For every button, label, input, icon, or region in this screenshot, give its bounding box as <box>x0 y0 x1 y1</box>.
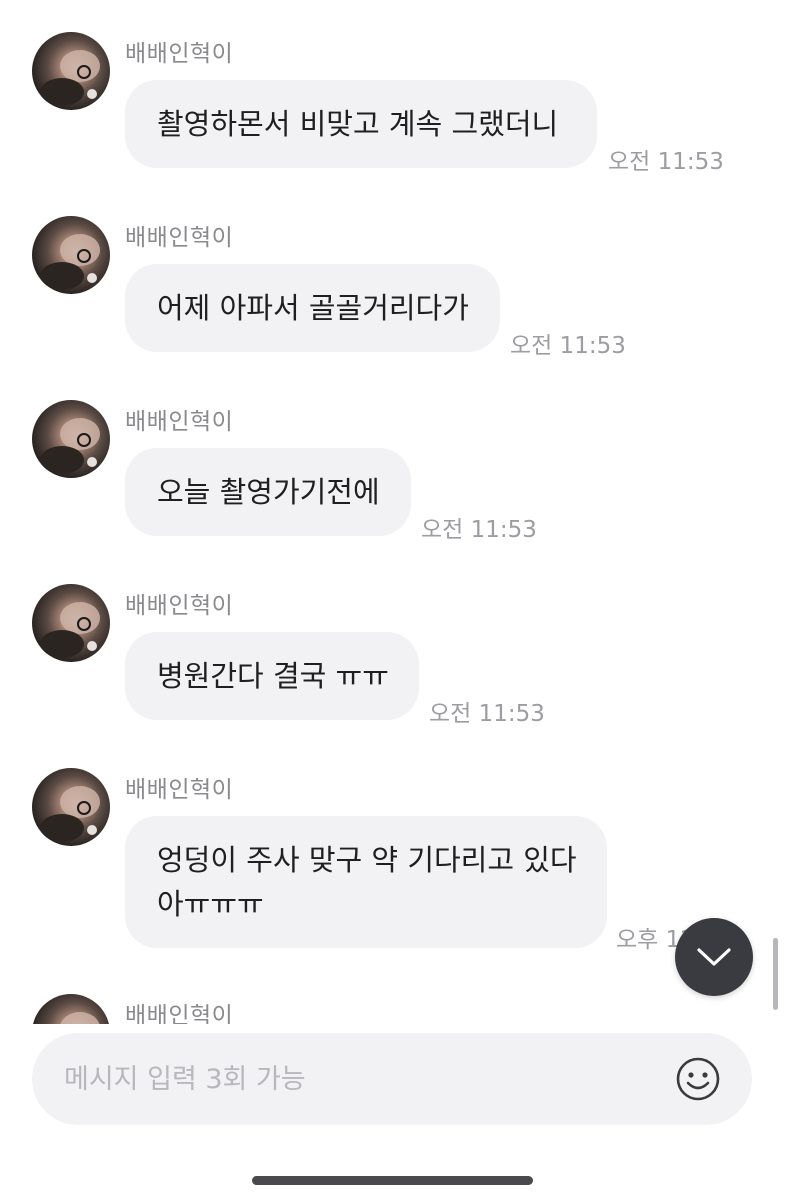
message-bubble[interactable]: 촬영하몬서 비맞고 계속 그랬더니 <box>125 80 597 168</box>
avatar[interactable] <box>32 584 110 662</box>
chat-screen: 배배인혁이 촬영하몬서 비맞고 계속 그랬더니 오전 11:53 배배인혁이 어… <box>0 0 785 1200</box>
avatar[interactable] <box>32 400 110 478</box>
message-input[interactable] <box>64 1057 624 1101</box>
avatar-photo <box>40 234 100 290</box>
avatar-photo <box>60 1012 100 1024</box>
avatar-photo <box>40 50 100 106</box>
sender-name: 배배인혁이 <box>125 409 234 435</box>
avatar[interactable] <box>32 768 110 846</box>
message-bubble[interactable]: 오늘 촬영가기전에 <box>125 448 411 536</box>
message-text: 촬영하몬서 비맞고 계속 그랬더니 <box>157 107 559 141</box>
message-composer <box>32 1033 752 1125</box>
message-text-line: 엉덩이 주사 맞구 약 기다리고 있다 <box>157 843 577 877</box>
scrollbar[interactable] <box>773 938 778 1010</box>
scroll-to-bottom-button[interactable] <box>675 918 753 996</box>
avatar[interactable] <box>32 994 110 1024</box>
avatar[interactable] <box>32 32 110 110</box>
sender-name: 배배인혁이 <box>125 593 234 619</box>
message-list[interactable]: 배배인혁이 촬영하몬서 비맞고 계속 그랬더니 오전 11:53 배배인혁이 어… <box>0 0 785 1024</box>
message-text: 병원간다 결국 ㅠㅠ <box>157 659 389 693</box>
sender-name: 배배인혁이 <box>125 225 234 251</box>
message-text-line: 아ㅠㅠㅠ <box>157 887 264 921</box>
avatar-photo <box>40 602 100 658</box>
message-bubble[interactable]: 엉덩이 주사 맞구 약 기다리고 있다 아ㅠㅠㅠ <box>125 816 607 948</box>
smiley-icon <box>676 1057 720 1101</box>
sender-name: 배배인혁이 <box>125 41 234 67</box>
message-time: 오전 11:53 <box>429 701 545 727</box>
message-time: 오전 11:53 <box>608 149 724 175</box>
avatar[interactable] <box>32 216 110 294</box>
chevron-down-icon <box>697 948 731 966</box>
sender-name: 배배인혁이 <box>125 1003 234 1024</box>
message-text: 어제 아파서 골골거리다가 <box>157 291 469 325</box>
message-text: 오늘 촬영가기전에 <box>157 475 380 509</box>
message-time: 오전 11:53 <box>421 517 537 543</box>
home-indicator <box>252 1176 533 1185</box>
avatar-photo <box>40 418 100 474</box>
avatar-photo <box>40 786 100 842</box>
message-bubble[interactable]: 어제 아파서 골골거리다가 <box>125 264 500 352</box>
sender-name: 배배인혁이 <box>125 777 234 803</box>
emoji-button[interactable] <box>675 1056 721 1102</box>
message-time: 오전 11:53 <box>510 333 626 359</box>
message-bubble[interactable]: 병원간다 결국 ㅠㅠ <box>125 632 419 720</box>
